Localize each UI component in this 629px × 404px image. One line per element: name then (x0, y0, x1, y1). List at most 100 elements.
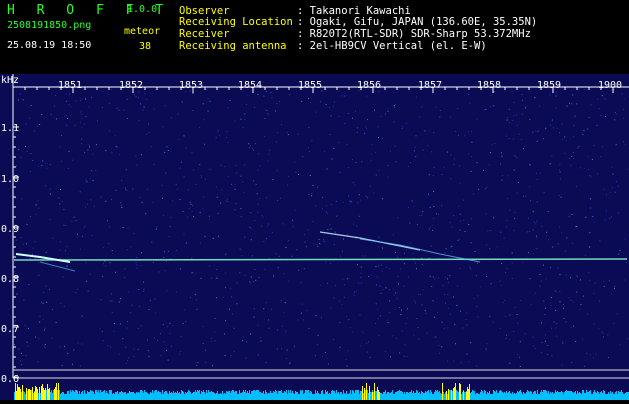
noise-bar (411, 390, 412, 400)
noise-dot (133, 356, 135, 358)
noise-bar (299, 394, 300, 400)
noise-bar (205, 394, 206, 400)
noise-dot (393, 288, 395, 290)
spectrogram-background (0, 74, 629, 400)
noise-bar (276, 391, 277, 400)
noise-dot (588, 168, 590, 170)
noise-dot (573, 125, 575, 127)
noise-dot (559, 171, 561, 173)
noise-dot (520, 299, 522, 301)
noise-dot (171, 345, 172, 347)
noise-bar (149, 394, 150, 400)
noise-bar (373, 392, 374, 400)
noise-dot (85, 98, 87, 100)
noise-dot (221, 189, 223, 191)
noise-bar (342, 394, 343, 400)
noise-dot (44, 185, 46, 187)
noise-dot (506, 334, 507, 336)
noise-dot (162, 197, 163, 199)
noise-bar (173, 391, 174, 400)
noise-dot (419, 293, 421, 295)
noise-dot (52, 309, 53, 310)
noise-dot (152, 261, 154, 263)
noise-dot (584, 254, 586, 256)
noise-bar (615, 392, 616, 400)
noise-bar (76, 390, 77, 400)
noise-dot (303, 268, 305, 270)
noise-peak-bar (374, 383, 375, 400)
noise-dot (591, 158, 593, 160)
noise-dot (395, 252, 397, 253)
noise-dot (456, 304, 458, 306)
noise-dot (64, 250, 66, 252)
noise-dot (429, 206, 431, 208)
noise-bar (485, 391, 486, 400)
noise-bar (247, 391, 248, 400)
noise-bar (481, 390, 482, 400)
noise-dot (52, 237, 54, 239)
noise-dot (430, 245, 432, 247)
noise-dot (233, 350, 235, 352)
noise-dot (335, 200, 337, 202)
noise-bar (73, 391, 74, 400)
noise-bar (536, 394, 537, 400)
noise-dot (535, 130, 537, 132)
noise-bar (439, 391, 440, 400)
noise-peak-bar (34, 392, 35, 400)
noise-bar (256, 390, 257, 400)
noise-dot (529, 186, 531, 188)
noise-bar (237, 394, 238, 400)
noise-dot (613, 322, 615, 324)
noise-dot (566, 105, 568, 107)
noise-dot (516, 114, 518, 116)
noise-dot (568, 216, 570, 218)
noise-dot (59, 258, 61, 259)
noise-dot (333, 148, 335, 149)
noise-bar (257, 390, 258, 400)
noise-dot (266, 197, 267, 199)
noise-bar (152, 390, 153, 400)
noise-bar (601, 391, 602, 400)
noise-bar (527, 390, 528, 400)
noise-dot (141, 252, 142, 254)
noise-dot (21, 198, 23, 200)
noise-dot (513, 331, 515, 332)
noise-dot (216, 269, 218, 270)
noise-bar (588, 392, 589, 400)
noise-dot (118, 301, 120, 303)
noise-dot (385, 287, 387, 289)
noise-bar (497, 393, 498, 400)
noise-bar (31, 390, 32, 400)
noise-dot (626, 261, 628, 263)
noise-dot (25, 355, 27, 357)
noise-dot (460, 310, 461, 312)
noise-dot (546, 231, 548, 233)
noise-dot (552, 127, 554, 129)
noise-peak-bar (460, 384, 461, 400)
noise-bar (565, 391, 566, 400)
noise-dot (75, 100, 77, 102)
noise-bar (456, 390, 457, 400)
noise-bar (197, 390, 198, 400)
noise-dot (589, 280, 591, 282)
noise-dot (489, 152, 491, 154)
noise-dot (325, 211, 327, 213)
noise-bar (203, 390, 204, 400)
noise-dot (268, 153, 270, 155)
noise-bar (68, 391, 69, 400)
noise-dot (192, 93, 194, 94)
noise-dot (259, 197, 261, 199)
noise-dot (166, 349, 167, 351)
noise-bar (492, 394, 493, 400)
noise-bar (415, 393, 416, 400)
noise-dot (270, 92, 272, 93)
noise-bar (355, 390, 356, 400)
noise-dot (551, 118, 553, 120)
noise-bar (114, 394, 115, 400)
noise-dot (517, 182, 519, 183)
noise-dot (125, 362, 127, 364)
noise-dot (489, 106, 491, 107)
noise-bar (322, 390, 323, 400)
noise-bar (88, 392, 89, 400)
noise-bar (23, 391, 24, 400)
